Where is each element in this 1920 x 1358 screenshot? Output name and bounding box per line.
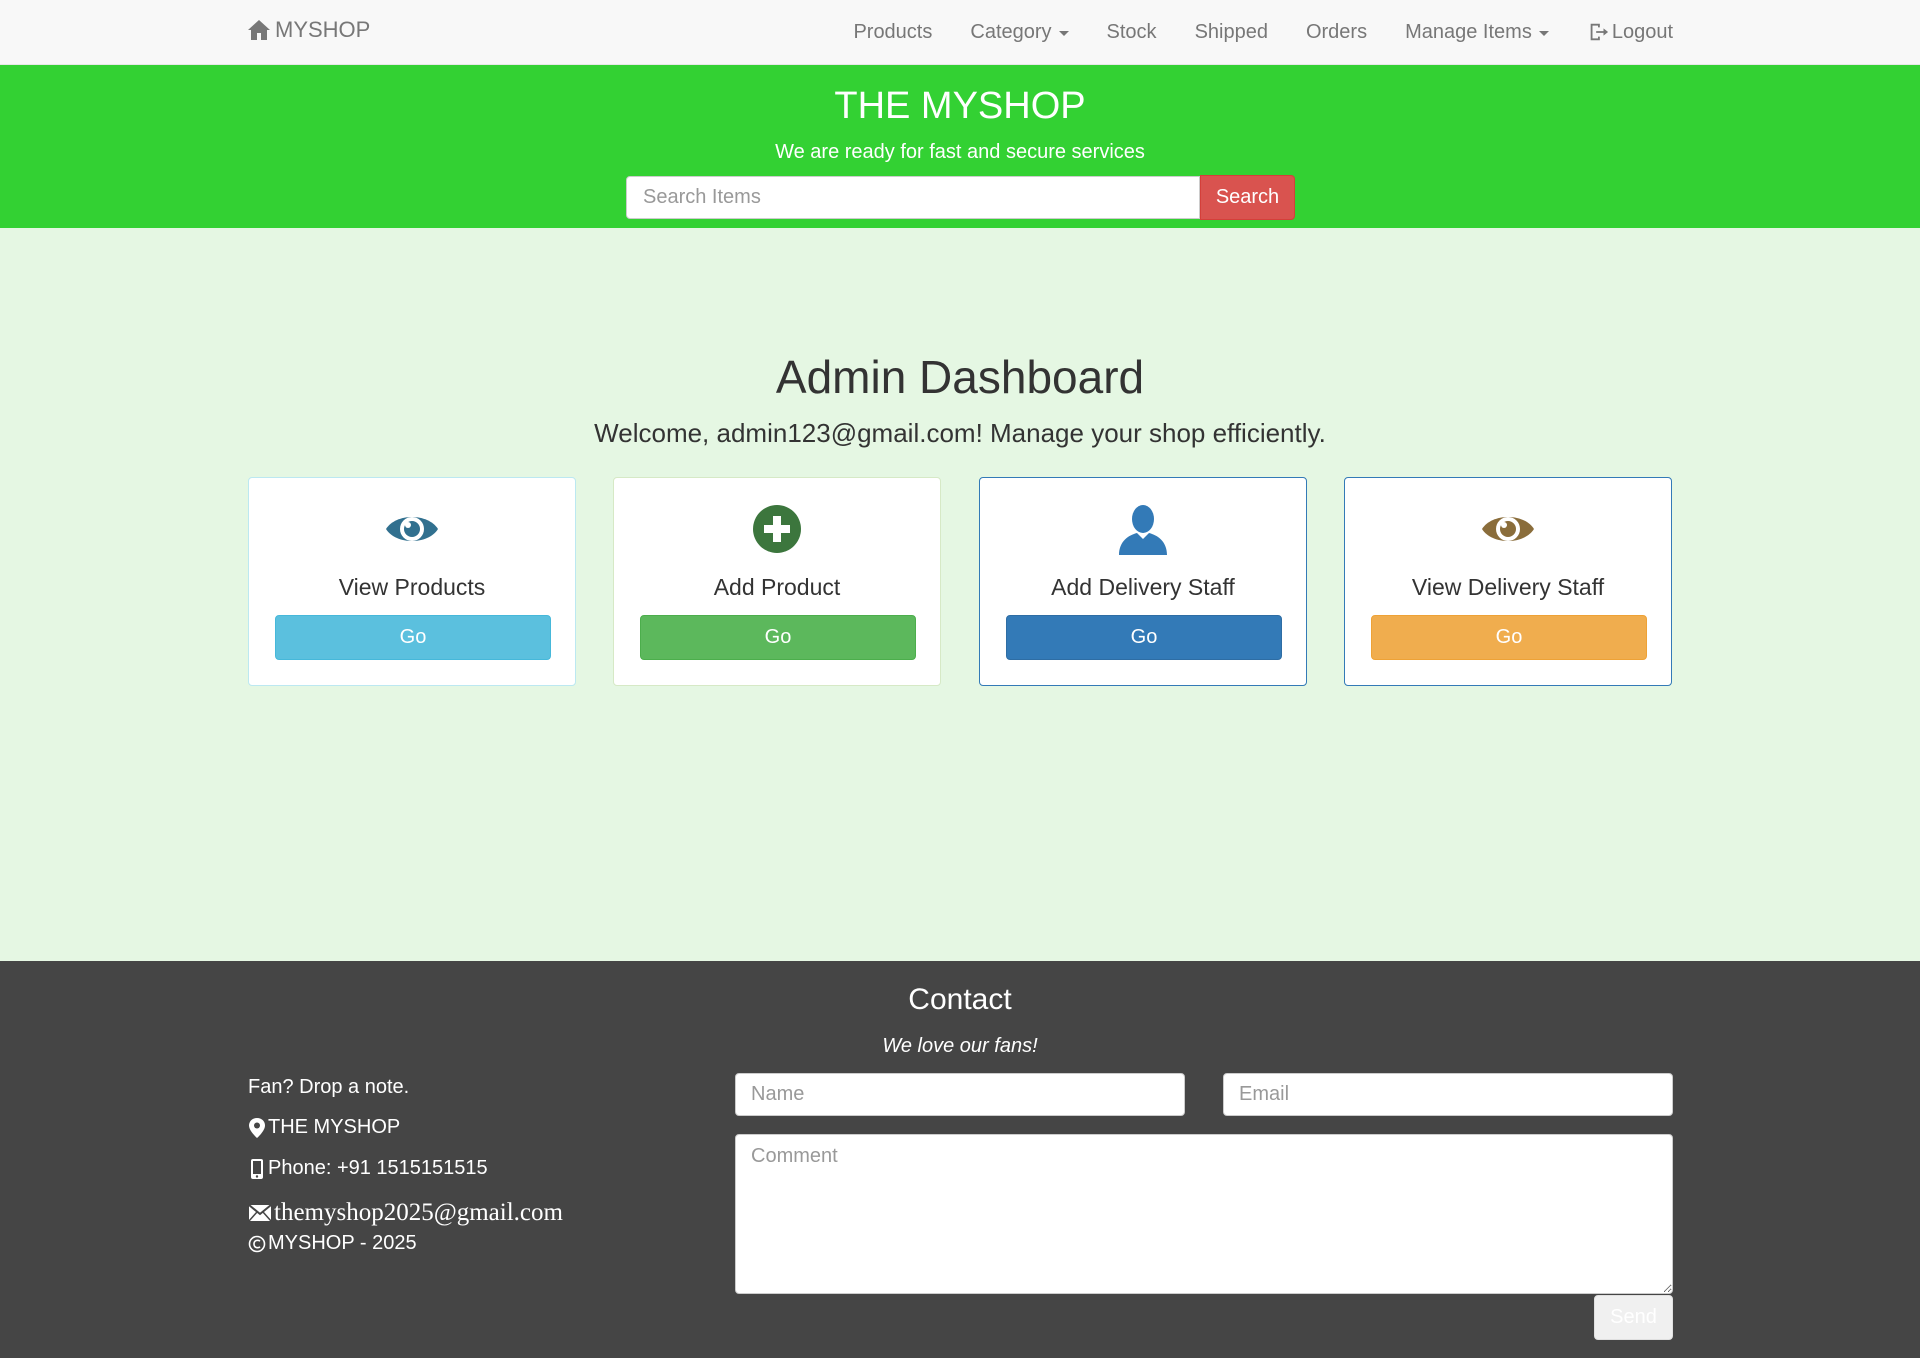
footer-title: Contact bbox=[908, 983, 1012, 1016]
nav-item-manage-items[interactable]: Manage Items bbox=[1386, 21, 1568, 44]
nav-item-orders[interactable]: Orders bbox=[1287, 21, 1386, 44]
nav-label: Shipped bbox=[1194, 20, 1268, 43]
nav-label: Products bbox=[853, 20, 933, 43]
welcome-message: Welcome, admin123@gmail.com! Manage your… bbox=[594, 418, 1326, 448]
nav-label: Manage Items bbox=[1405, 20, 1532, 43]
footer: Contact We love our fans! Fan? Drop a no… bbox=[0, 961, 1920, 1358]
nav-label: Stock bbox=[1106, 20, 1157, 43]
comment-field[interactable] bbox=[735, 1134, 1673, 1294]
search-button[interactable]: Search bbox=[1200, 175, 1295, 220]
footer-copyright: MYSHOP - 2025 bbox=[248, 1232, 417, 1255]
brand-label: MYSHOP bbox=[275, 17, 371, 42]
eye-icon bbox=[386, 517, 438, 541]
email-field[interactable] bbox=[1223, 1073, 1673, 1116]
hero-banner: THE MYSHOP We are ready for fast and sec… bbox=[0, 65, 1920, 228]
nav-item-category[interactable]: Category bbox=[951, 21, 1087, 44]
card-add-product: Add Product Go bbox=[613, 477, 941, 686]
nav-item-shipped[interactable]: Shipped bbox=[1176, 21, 1287, 44]
nav-label: Category bbox=[970, 20, 1052, 43]
phone-icon bbox=[251, 1158, 263, 1179]
home-icon bbox=[248, 20, 270, 40]
footer-address: THE MYSHOP bbox=[248, 1116, 400, 1139]
note-text: Fan? Drop a note. bbox=[248, 1076, 410, 1098]
footer-tagline: We love our fans! bbox=[882, 1035, 1038, 1057]
caret-down-icon bbox=[1538, 30, 1549, 36]
nav-item-logout[interactable]: Logout bbox=[1568, 21, 1673, 44]
go-button-view-delivery-staff[interactable]: Go bbox=[1371, 615, 1647, 660]
go-button-view-products[interactable]: Go bbox=[275, 615, 551, 660]
copyright-icon bbox=[248, 1235, 266, 1252]
hero-title: THE MYSHOP bbox=[834, 85, 1086, 127]
card-view-products: View Products Go bbox=[248, 477, 576, 686]
navbar: MYSHOP Products Category Stock Shipped O… bbox=[0, 0, 1920, 65]
footer-phone: Phone: +91 1515151515 bbox=[248, 1157, 488, 1180]
nav-item-products[interactable]: Products bbox=[834, 21, 951, 44]
brand-link[interactable]: MYSHOP bbox=[247, 17, 370, 43]
name-field[interactable] bbox=[735, 1073, 1185, 1116]
logout-icon bbox=[1590, 23, 1608, 41]
plus-circle-icon bbox=[753, 505, 801, 553]
footer-email: themyshop2025@gmail.com bbox=[248, 1199, 563, 1227]
send-button[interactable]: Send bbox=[1594, 1295, 1673, 1340]
search-bar: Search bbox=[626, 175, 1295, 220]
go-button-add-delivery-staff[interactable]: Go bbox=[1006, 615, 1282, 660]
card-label: View Products bbox=[338, 574, 486, 600]
user-icon bbox=[1119, 505, 1167, 555]
email-text: themyshop2025@gmail.com bbox=[274, 1199, 563, 1226]
hero-subtitle: We are ready for fast and secure service… bbox=[775, 141, 1145, 163]
caret-down-icon bbox=[1058, 30, 1069, 36]
nav-menu: Products Category Stock Shipped Orders M… bbox=[834, 0, 1673, 64]
card-add-delivery-staff: Add Delivery Staff Go bbox=[979, 477, 1307, 686]
search-input[interactable] bbox=[626, 176, 1200, 219]
footer-note: Fan? Drop a note. bbox=[248, 1076, 409, 1099]
copyright-text: MYSHOP - 2025 bbox=[268, 1232, 417, 1254]
nav-item-stock[interactable]: Stock bbox=[1088, 21, 1176, 44]
card-view-delivery-staff: View Delivery Staff Go bbox=[1344, 477, 1672, 686]
card-label: Add Delivery Staff bbox=[1051, 574, 1235, 600]
page-title: Admin Dashboard bbox=[775, 351, 1145, 403]
eye-icon bbox=[1482, 517, 1534, 541]
phone-text: Phone: +91 1515151515 bbox=[268, 1157, 488, 1179]
card-label: View Delivery Staff bbox=[1411, 574, 1605, 600]
address-text: THE MYSHOP bbox=[268, 1116, 401, 1138]
envelope-icon bbox=[248, 1204, 272, 1222]
nav-label: Orders bbox=[1305, 20, 1368, 43]
card-label: Add Product bbox=[713, 574, 841, 600]
go-button-add-product[interactable]: Go bbox=[640, 615, 916, 660]
nav-label: Logout bbox=[1611, 20, 1673, 43]
map-marker-icon bbox=[249, 1117, 265, 1138]
